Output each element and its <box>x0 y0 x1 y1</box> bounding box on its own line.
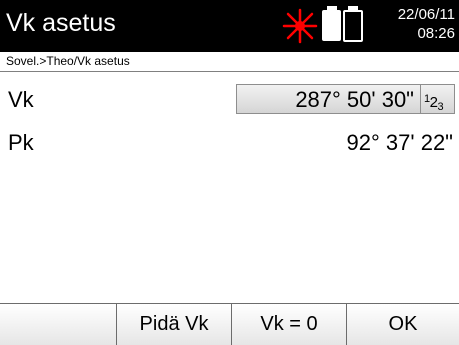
battery-empty-icon <box>343 6 363 42</box>
status-time: 08:26 <box>417 25 455 42</box>
numeric-input-button[interactable]: 123 <box>420 84 455 114</box>
vk-label: Vk <box>8 87 34 112</box>
laser-icon <box>282 8 318 44</box>
softkey-bar: Pidä Vk Vk = 0 OK <box>0 303 459 345</box>
page-title: Vk asetus <box>6 9 116 37</box>
title-bar: Vk asetus 22/06/11 08:26 <box>0 0 459 52</box>
breadcrumb-text: Sovel.>Theo/Vk asetus <box>6 54 130 68</box>
breadcrumb: Sovel.>Theo/Vk asetus <box>0 52 459 72</box>
pk-row: Pk 92° 37' 22" <box>0 125 459 161</box>
ok-button[interactable]: OK <box>347 304 459 345</box>
vk-row: Vk 287° 50' 30" 123 <box>0 82 459 118</box>
softkey-1[interactable] <box>0 304 117 345</box>
battery-full-icon <box>322 6 341 41</box>
status-date: 22/06/11 <box>397 6 455 23</box>
pk-value: 92° 37' 22" <box>346 130 453 155</box>
vk-value: 287° 50' 30" <box>295 87 414 112</box>
hold-vk-button[interactable]: Pidä Vk <box>117 304 232 345</box>
pk-label: Pk <box>8 130 34 155</box>
vk-zero-button[interactable]: Vk = 0 <box>232 304 347 345</box>
numeric-input-icon: 123 <box>424 93 444 113</box>
vk-value-field[interactable]: 287° 50' 30" <box>236 84 421 114</box>
